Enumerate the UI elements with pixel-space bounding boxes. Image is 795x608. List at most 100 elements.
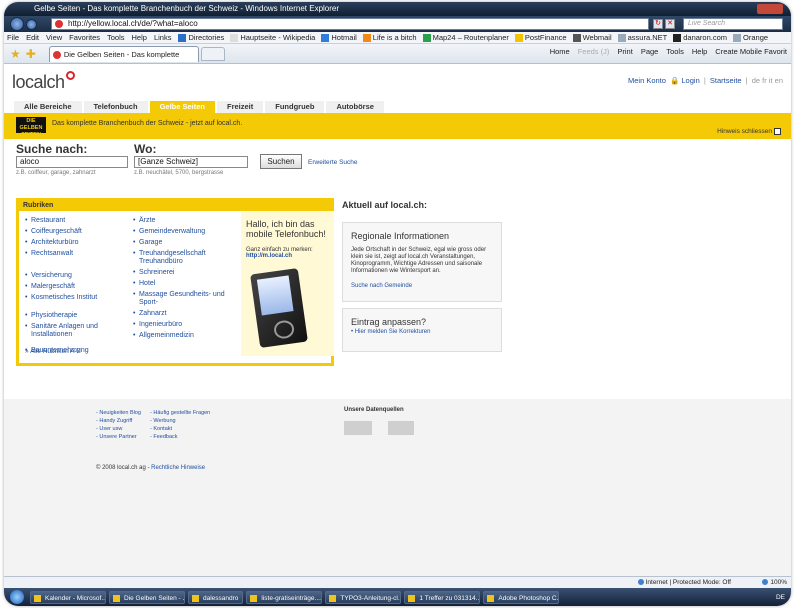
- data-source-logo[interactable]: [344, 421, 372, 435]
- favorites-star-icon[interactable]: ★: [10, 47, 21, 61]
- rubrik-link[interactable]: Coiffeurgeschäft: [25, 228, 121, 236]
- tab-alle-bereiche[interactable]: Alle Bereiche: [14, 101, 82, 113]
- footer-link[interactable]: Neuigkeiten Blog: [96, 409, 141, 417]
- localch-logo[interactable]: localch: [12, 71, 75, 93]
- tab-gelbe-seiten[interactable]: Die Gelben Seiten - Das komplette Branch…: [48, 45, 199, 74]
- link-map24[interactable]: Map24 – Routenplaner: [422, 33, 509, 42]
- stop-icon[interactable]: ✕: [665, 19, 675, 29]
- rubrik-link[interactable]: Allgemeinmedizin: [133, 332, 233, 340]
- link-wikipedia[interactable]: Hauptseite - Wikipedia: [230, 33, 315, 42]
- footer-link[interactable]: Unsere Partner: [96, 433, 141, 441]
- rubrik-link[interactable]: Garage: [133, 239, 233, 247]
- tab-autoboerse[interactable]: Autobörse: [326, 101, 384, 113]
- print-button[interactable]: Print: [617, 47, 632, 56]
- menu-file[interactable]: File: [7, 33, 19, 42]
- tab-fundgrueb[interactable]: Fundgrueb: [265, 101, 325, 113]
- menu-favorites[interactable]: Favorites: [69, 33, 100, 42]
- taskbar-button[interactable]: liste-gratiseinträge....: [246, 590, 323, 604]
- start-button[interactable]: [10, 590, 24, 604]
- legal-link[interactable]: Rechtliche Hinweise: [151, 465, 205, 471]
- footer-column-1: Neuigkeiten Blog Handy Zugriff User usw …: [96, 409, 141, 441]
- feeds-button[interactable]: Feeds (J): [578, 47, 610, 56]
- what-input[interactable]: aloco: [16, 156, 128, 168]
- advanced-search-link[interactable]: Erweiterte Suche: [308, 159, 358, 166]
- rubrik-link[interactable]: Rechtsanwalt: [25, 250, 121, 258]
- search-button[interactable]: Suchen: [260, 154, 302, 169]
- footer-link[interactable]: User usw: [96, 425, 141, 433]
- links-label: Links: [153, 33, 172, 42]
- taskbar-button[interactable]: dalessandro: [188, 590, 244, 604]
- all-rubriken-link[interactable]: » Alle Rubriken A-Z: [25, 348, 81, 355]
- tab-telefonbuch[interactable]: Telefonbuch: [83, 101, 148, 113]
- start-link[interactable]: Startseite: [710, 76, 742, 85]
- rubrik-link[interactable]: Kosmetisches Institut: [25, 294, 121, 302]
- rubrik-link[interactable]: Massage Gesundheits- und Sport-: [133, 291, 233, 307]
- live-search-input[interactable]: Live Search: [683, 18, 783, 30]
- back-button[interactable]: [10, 17, 24, 31]
- rubrik-link[interactable]: Treuhandgesellschaft Treuhandbüro: [133, 250, 233, 266]
- menu-tools[interactable]: Tools: [107, 33, 125, 42]
- link-life[interactable]: Life is a bitch: [362, 33, 417, 42]
- promo-title: Hallo, ich bin das mobile Telefonbuch!: [246, 219, 326, 239]
- taskbar-button[interactable]: 1 Treffer zu 031314...: [404, 590, 481, 604]
- footer-link[interactable]: Werbung: [150, 417, 210, 425]
- footer-link[interactable]: Handy Zugriff: [96, 417, 141, 425]
- taskbar-button[interactable]: Adobe Photoshop C...: [483, 590, 560, 604]
- taskbar-button[interactable]: TYPO3-Anleitung-cl...: [325, 590, 402, 604]
- system-tray[interactable]: DE: [776, 594, 791, 601]
- link-orange[interactable]: Orange: [733, 33, 768, 42]
- link-assura[interactable]: assura.NET: [617, 33, 667, 42]
- link-directories[interactable]: Directories: [178, 33, 224, 42]
- promo-link[interactable]: http://m.local.ch: [246, 253, 329, 259]
- link-hotmail[interactable]: Hotmail: [321, 33, 357, 42]
- rubrik-link[interactable]: Gemeindeverwaltung: [133, 228, 233, 236]
- url-input[interactable]: http://yellow.local.ch/de/?what=aloco: [51, 18, 649, 30]
- link-webmail[interactable]: Webmail: [572, 33, 612, 42]
- link-postfinance[interactable]: PostFinance: [514, 33, 567, 42]
- rubrik-link[interactable]: Versicherung: [25, 272, 121, 280]
- rubrik-link[interactable]: Hotel: [133, 280, 233, 288]
- menu-view[interactable]: View: [46, 33, 62, 42]
- account-link[interactable]: Mein Konto: [628, 76, 666, 85]
- close-window-button[interactable]: [757, 4, 783, 14]
- tools-menu-button[interactable]: Tools: [666, 47, 684, 56]
- refresh-icon[interactable]: ↻: [653, 19, 663, 29]
- taskbar-button[interactable]: Die Gelben Seiten - ...: [109, 590, 185, 604]
- forward-button[interactable]: [26, 18, 37, 30]
- menu-edit[interactable]: Edit: [26, 33, 39, 42]
- home-button[interactable]: Home: [550, 47, 570, 56]
- rubrik-link[interactable]: Zahnarzt: [133, 310, 233, 318]
- create-mobile-favorite-button[interactable]: Create Mobile Favorit: [715, 47, 787, 56]
- municipality-search-link[interactable]: Suche nach Gemeinde: [351, 283, 493, 289]
- help-menu-button[interactable]: Help: [692, 47, 707, 56]
- correction-link[interactable]: • Hier melden Sie Korrekturen: [351, 329, 493, 335]
- menu-help[interactable]: Help: [132, 33, 147, 42]
- rubrik-link[interactable]: Ingenieurbüro: [133, 321, 233, 329]
- language-links[interactable]: de fr it en: [752, 76, 783, 85]
- footer-link[interactable]: Kontakt: [150, 425, 210, 433]
- rubrik-link[interactable]: Schreinerei: [133, 269, 233, 277]
- close-notice-button[interactable]: Hinweis schliessen: [717, 128, 781, 135]
- new-tab-button[interactable]: [200, 46, 225, 61]
- link-danaron[interactable]: danaron.com: [673, 33, 727, 42]
- login-link[interactable]: Login: [681, 76, 699, 85]
- url-text: http://yellow.local.ch/de/?what=aloco: [68, 19, 198, 28]
- page-menu-button[interactable]: Page: [641, 47, 659, 56]
- rubrik-link[interactable]: Architekturbüro: [25, 239, 121, 247]
- rubrik-link[interactable]: Ärzte: [133, 217, 233, 225]
- link-label: Orange: [743, 33, 769, 42]
- footer-link[interactable]: Häufig gestellte Fragen: [150, 409, 210, 417]
- rubrik-link[interactable]: Restaurant: [25, 217, 121, 225]
- data-source-logo[interactable]: [388, 421, 414, 435]
- taskbar-button[interactable]: Kalender - Microsof...: [30, 590, 106, 604]
- tab-freizeit[interactable]: Freizeit: [217, 101, 264, 113]
- rubrik-link[interactable]: Physiotherapie: [25, 312, 121, 320]
- add-favorite-icon[interactable]: ✚: [26, 47, 36, 61]
- mobile-promo: Hallo, ich bin das mobile Telefonbuch! G…: [241, 211, 334, 356]
- zoom-level[interactable]: 100%: [762, 579, 787, 586]
- where-input[interactable]: [Ganze Schweiz]: [134, 156, 248, 168]
- tab-gelbe-seiten-site[interactable]: Gelbe Seiten: [149, 101, 215, 113]
- rubrik-link[interactable]: Malergeschäft: [25, 283, 121, 291]
- footer-link[interactable]: Feedback: [150, 433, 210, 441]
- rubrik-link[interactable]: Sanitäre Anlagen und Installationen: [25, 323, 121, 339]
